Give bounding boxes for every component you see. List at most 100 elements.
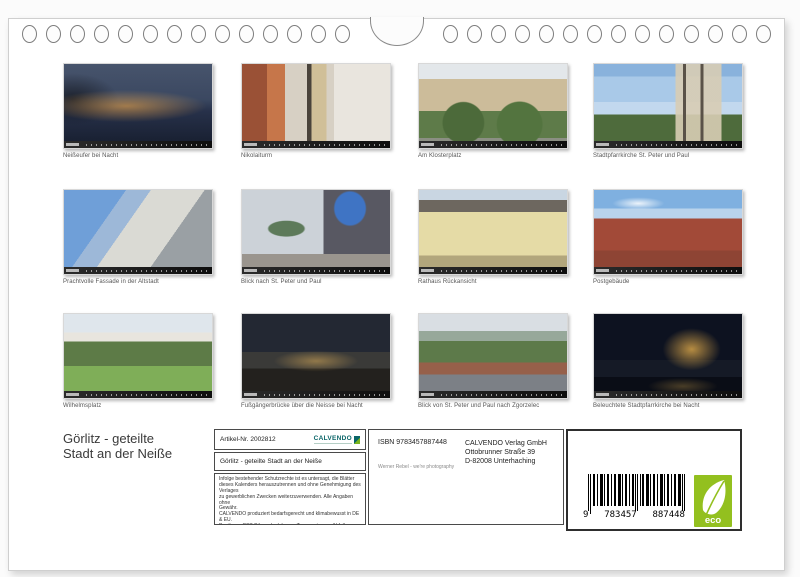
binding-hole bbox=[756, 25, 771, 43]
calendar-page-thumbnail: Neißeufer bei Nacht bbox=[63, 63, 213, 159]
article-number: Artikel-Nr. 2002812 bbox=[220, 436, 276, 443]
calendar-page-thumbnail: Nikolaiturm bbox=[241, 63, 391, 159]
date-strip bbox=[64, 391, 212, 398]
photo-neisseufer-bei-nacht bbox=[63, 63, 213, 149]
binding-hole bbox=[239, 25, 254, 43]
binding-hole bbox=[94, 25, 109, 43]
calendar-page-thumbnail: Blick nach St. Peter und Paul bbox=[241, 189, 391, 285]
calvendo-wordmark: CALVENDO bbox=[314, 435, 352, 444]
date-strip bbox=[242, 141, 390, 148]
binding-hole bbox=[611, 25, 626, 43]
calendar-page-thumbnail: Stadtpfarrkirche St. Peter und Paul bbox=[593, 63, 743, 159]
binding-hole bbox=[659, 25, 674, 43]
barcode-digits-group2: 887448 bbox=[651, 511, 686, 520]
binding-hole bbox=[263, 25, 278, 43]
binding-hole bbox=[118, 25, 133, 43]
photo-blick-nach-zgorzelec bbox=[418, 313, 568, 399]
barcode-bars bbox=[588, 474, 686, 514]
photo-wilhelmsplatz bbox=[63, 313, 213, 399]
binding-hole bbox=[311, 25, 326, 43]
binding-hole bbox=[708, 25, 723, 43]
date-strip bbox=[419, 141, 567, 148]
binding-hole bbox=[563, 25, 578, 43]
binding-hole bbox=[191, 25, 206, 43]
date-strip bbox=[419, 267, 567, 274]
eco-logo: eco bbox=[694, 475, 732, 527]
thumbnail-caption: Neißeufer bei Nacht bbox=[63, 153, 213, 159]
calendar-page-thumbnail: Wilhelmsplatz bbox=[63, 313, 213, 409]
publisher-address: CALVENDO Verlag GmbH Ottobrunner Straße … bbox=[465, 439, 547, 466]
binding-hole bbox=[143, 25, 158, 43]
isbn-text: ISBN 9783457887448 bbox=[378, 439, 447, 446]
date-strip bbox=[242, 267, 390, 274]
photo-postgebaeude bbox=[593, 189, 743, 275]
binding-hole bbox=[167, 25, 182, 43]
calendar-page-thumbnail: Fußgängerbrücke über die Neisse bei Nach… bbox=[241, 313, 391, 409]
binding-hole bbox=[335, 25, 350, 43]
calendar-title-small: Görlitz - geteilte Stadt an der Neiße bbox=[220, 458, 322, 465]
binding-holes-right bbox=[443, 25, 772, 43]
date-strip bbox=[594, 391, 742, 398]
calendar-title: Görlitz - geteilte Stadt an der Neiße bbox=[63, 431, 172, 462]
photo-nikolaiturm bbox=[241, 63, 391, 149]
thumbnail-caption: Nikolaiturm bbox=[241, 153, 391, 159]
date-strip bbox=[242, 391, 390, 398]
calendar-page-thumbnail: Blick von St. Peter und Paul nach Zgorze… bbox=[418, 313, 568, 409]
calendar-page-thumbnail: Postgebäude bbox=[593, 189, 743, 285]
article-info-box: Artikel-Nr. 2002812 CALVENDO Görlitz - g… bbox=[214, 429, 366, 525]
binding-hole bbox=[22, 25, 37, 43]
date-strip bbox=[64, 267, 212, 274]
calendar-back-page: Neißeufer bei Nacht Nikolaiturm Am Klost… bbox=[8, 18, 785, 571]
calvendo-logo-icon bbox=[354, 436, 360, 444]
barcode-box: 9 783457 887448 eco bbox=[566, 429, 742, 531]
binding-hole bbox=[635, 25, 650, 43]
binding-hole bbox=[539, 25, 554, 43]
calendar-page-thumbnail: Am Klosterplatz bbox=[418, 63, 568, 159]
calendar-page-thumbnail: Rathaus Rückansicht bbox=[418, 189, 568, 285]
calendar-page-thumbnail: Beleuchtete Stadtpfarrkirche bei Nacht bbox=[593, 313, 743, 409]
photo-am-klosterplatz bbox=[418, 63, 568, 149]
calendar-title-row: Görlitz - geteilte Stadt an der Neiße bbox=[214, 452, 366, 471]
binding-hole bbox=[515, 25, 530, 43]
thumbnail-caption: Am Klosterplatz bbox=[418, 153, 568, 159]
binding-hole bbox=[443, 25, 458, 43]
eco-label: eco bbox=[705, 515, 722, 526]
photographer-credit: Werner Rebel - we're photography bbox=[378, 464, 454, 470]
binding-hole bbox=[491, 25, 506, 43]
barcode-digits-group1: 783457 bbox=[603, 511, 638, 520]
date-strip bbox=[594, 141, 742, 148]
date-strip bbox=[64, 141, 212, 148]
thumbnail-caption: Wilhelmsplatz bbox=[63, 403, 213, 409]
binding-hole bbox=[215, 25, 230, 43]
binding-hole bbox=[467, 25, 482, 43]
binding-hole bbox=[732, 25, 747, 43]
calendar-page-thumbnail: Prachtvolle Fassade in der Altstadt bbox=[63, 189, 213, 285]
binding-hole bbox=[70, 25, 85, 43]
photo-kirche-bei-nacht bbox=[593, 313, 743, 399]
thumbnail-caption: Stadtpfarrkirche St. Peter und Paul bbox=[593, 153, 743, 159]
thumbnail-caption: Beleuchtete Stadtpfarrkirche bei Nacht bbox=[593, 403, 743, 409]
barcode-digit-lead: 9 bbox=[582, 511, 589, 520]
thumbnail-caption: Rathaus Rückansicht bbox=[418, 279, 568, 285]
photo-blick-st-peter-paul bbox=[241, 189, 391, 275]
binding-hole bbox=[587, 25, 602, 43]
article-number-row: Artikel-Nr. 2002812 CALVENDO bbox=[214, 429, 366, 450]
publisher-box: ISBN 9783457887448 CALVENDO Verlag GmbH … bbox=[368, 429, 564, 525]
binding-holes-left bbox=[22, 25, 351, 43]
thumbnail-caption: Prachtvolle Fassade in der Altstadt bbox=[63, 279, 213, 285]
thumbnail-caption: Blick von St. Peter und Paul nach Zgorze… bbox=[418, 403, 568, 409]
calendar-title-line1: Görlitz - geteilte bbox=[63, 431, 172, 446]
photo-rathaus-rueckansicht bbox=[418, 189, 568, 275]
thumbnail-caption: Fußgängerbrücke über die Neisse bei Nach… bbox=[241, 403, 391, 409]
thumbnail-caption: Postgebäude bbox=[593, 279, 743, 285]
date-strip bbox=[419, 391, 567, 398]
legal-text: Infolge bestehender Schutzrechte ist es … bbox=[214, 473, 366, 525]
binding-hole bbox=[287, 25, 302, 43]
binding-hole bbox=[684, 25, 699, 43]
photo-fassade-altstadt bbox=[63, 189, 213, 275]
ean-barcode: 9 783457 887448 bbox=[588, 474, 692, 520]
date-strip bbox=[594, 267, 742, 274]
thumbnail-caption: Blick nach St. Peter und Paul bbox=[241, 279, 391, 285]
photo-stadtpfarrkirche bbox=[593, 63, 743, 149]
photo-fussgaengerbruecke-nacht bbox=[241, 313, 391, 399]
